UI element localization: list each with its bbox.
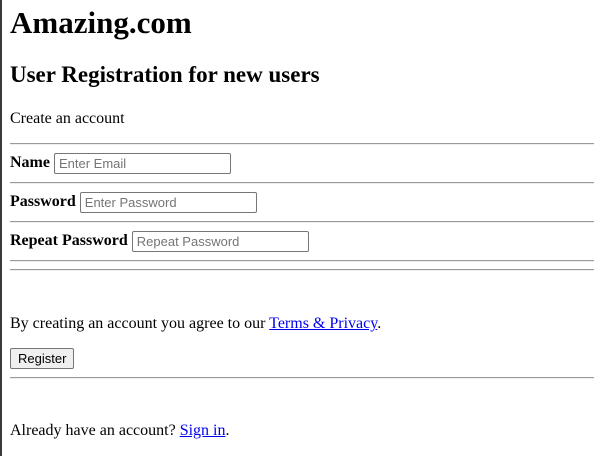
create-account-subtitle: Create an account xyxy=(10,110,125,127)
terms-agreement-suffix: . xyxy=(377,315,382,332)
password-label: Password xyxy=(10,193,76,210)
page-heading: User Registration for new users xyxy=(10,62,320,87)
window-left-edge xyxy=(0,0,2,456)
terms-privacy-link[interactable]: Terms & Privacy xyxy=(269,315,377,332)
signin-suffix: . xyxy=(225,422,230,439)
site-title: Amazing.com xyxy=(10,5,192,40)
name-label: Name xyxy=(10,154,50,171)
signin-prefix: Already have an account? xyxy=(10,422,180,439)
sign-in-link[interactable]: Sign in xyxy=(180,422,226,439)
password-field-row: Password xyxy=(10,190,257,214)
repeat-password-field-row: Repeat Password xyxy=(10,229,309,253)
signin-prompt: Already have an account? Sign in. xyxy=(10,421,229,440)
terms-agreement-text: By creating an account you agree to our … xyxy=(10,314,381,333)
divider xyxy=(10,182,594,184)
name-input[interactable] xyxy=(53,152,231,174)
divider xyxy=(10,143,594,145)
divider xyxy=(10,221,594,223)
repeat-password-input[interactable] xyxy=(131,230,309,252)
divider xyxy=(10,260,594,262)
divider xyxy=(10,377,594,379)
repeat-password-label: Repeat Password xyxy=(10,232,128,249)
divider xyxy=(10,269,594,271)
register-button[interactable]: Register xyxy=(10,348,75,369)
password-input[interactable] xyxy=(79,191,257,213)
terms-agreement-prefix: By creating an account you agree to our xyxy=(10,315,270,332)
name-field-row: Name xyxy=(10,151,231,175)
